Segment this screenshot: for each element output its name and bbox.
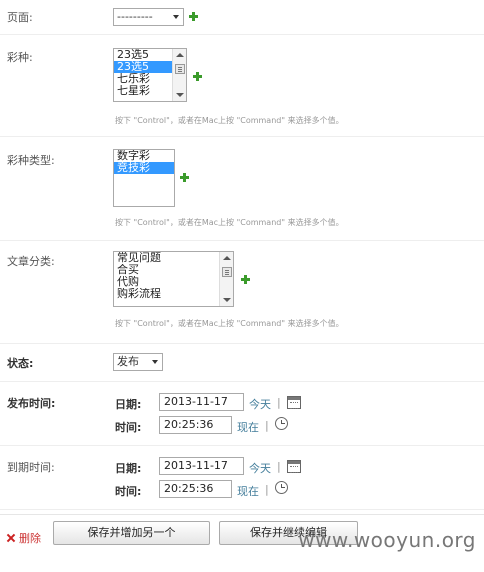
scrollbar[interactable] bbox=[219, 252, 233, 306]
scroll-down-icon[interactable] bbox=[176, 93, 184, 97]
article-category-help: 按下 "Control"，或者在Mac上按 "Command" 来选择多个值。 bbox=[115, 319, 344, 328]
add-lottery-type-icon[interactable] bbox=[193, 72, 202, 81]
article-category-multiselect[interactable]: 常见问题 合买 代购 购彩流程 bbox=[113, 251, 234, 307]
calendar-icon[interactable] bbox=[287, 396, 301, 409]
article-category-row: 文章分类: 常见问题 合买 代购 购彩流程 按下 "Control"，或者在Ma… bbox=[0, 241, 484, 344]
add-article-category-icon[interactable] bbox=[241, 275, 250, 284]
add-page-icon[interactable] bbox=[189, 12, 198, 21]
watermark: www.wooyun.org bbox=[298, 528, 476, 552]
expire-time-value: 20:25:36 bbox=[164, 482, 214, 495]
lottery-type-row: 彩种: 23选5 23选5 七乐彩 七星彩 按下 "Control"，或者在Ma… bbox=[0, 35, 484, 137]
chevron-down-icon bbox=[152, 360, 158, 364]
article-category-option[interactable]: 合买 bbox=[114, 264, 233, 276]
page-label: 页面: bbox=[7, 11, 33, 24]
lottery-category-option[interactable]: 数字彩 bbox=[114, 150, 174, 162]
scroll-thumb[interactable] bbox=[175, 64, 185, 74]
page-select[interactable]: --------- bbox=[113, 8, 184, 26]
publish-time-row: 发布时间: 日期: 2013-11-17 今天 | 时间: 20:25:36 现… bbox=[0, 382, 484, 446]
add-lottery-category-icon[interactable] bbox=[180, 173, 189, 182]
separator: | bbox=[265, 419, 269, 432]
separator: | bbox=[265, 483, 269, 496]
status-select[interactable]: 发布 bbox=[113, 353, 163, 371]
page-row: 页面: --------- bbox=[0, 0, 484, 35]
expire-now-link[interactable]: 现在 bbox=[237, 483, 259, 499]
clock-icon[interactable] bbox=[275, 481, 288, 494]
expire-today-link[interactable]: 今天 bbox=[249, 460, 271, 476]
publish-time-value: 20:25:36 bbox=[164, 418, 214, 431]
expire-time-input[interactable]: 20:25:36 bbox=[159, 480, 232, 498]
publish-date-value: 2013-11-17 bbox=[164, 395, 228, 408]
lottery-category-multiselect[interactable]: 数字彩 竞技彩 bbox=[113, 149, 175, 207]
lottery-type-multiselect[interactable]: 23选5 23选5 七乐彩 七星彩 bbox=[113, 48, 187, 102]
status-select-value: 发布 bbox=[117, 355, 139, 368]
scroll-down-icon[interactable] bbox=[223, 298, 231, 302]
publish-time-input[interactable]: 20:25:36 bbox=[159, 416, 232, 434]
expire-date-value: 2013-11-17 bbox=[164, 459, 228, 472]
publish-time-sub-label: 时间: bbox=[115, 421, 142, 434]
status-label: 状态: bbox=[7, 357, 34, 370]
expire-date-input[interactable]: 2013-11-17 bbox=[159, 457, 244, 475]
publish-date-label: 日期: bbox=[115, 398, 142, 411]
scroll-up-icon[interactable] bbox=[176, 53, 184, 57]
separator: | bbox=[277, 396, 281, 409]
lottery-category-row: 彩种类型: 数字彩 竞技彩 按下 "Control"，或者在Mac上按 "Com… bbox=[0, 137, 484, 241]
scrollbar[interactable] bbox=[172, 49, 186, 101]
lottery-type-help: 按下 "Control"，或者在Mac上按 "Command" 来选择多个值。 bbox=[115, 116, 344, 125]
expire-date-label: 日期: bbox=[115, 462, 142, 475]
page-select-value: --------- bbox=[117, 10, 153, 23]
admin-edit-form: 页面: --------- 彩种: 23选5 23选5 七乐彩 七星彩 按下 "… bbox=[0, 0, 484, 572]
publish-date-input[interactable]: 2013-11-17 bbox=[159, 393, 244, 411]
publish-now-link[interactable]: 现在 bbox=[237, 419, 259, 435]
scroll-thumb[interactable] bbox=[222, 267, 232, 277]
article-category-option[interactable]: 购彩流程 bbox=[114, 288, 233, 300]
publish-time-label: 发布时间: bbox=[7, 397, 56, 410]
calendar-icon[interactable] bbox=[287, 460, 301, 473]
expire-time-label: 到期时间: bbox=[7, 461, 55, 474]
scroll-up-icon[interactable] bbox=[223, 256, 231, 260]
separator: | bbox=[277, 460, 281, 473]
publish-today-link[interactable]: 今天 bbox=[249, 396, 271, 412]
lottery-category-label: 彩种类型: bbox=[7, 154, 55, 167]
status-row: 状态: 发布 bbox=[0, 344, 484, 382]
clock-icon[interactable] bbox=[275, 417, 288, 430]
lottery-category-option[interactable]: 竞技彩 bbox=[114, 162, 174, 174]
delete-link[interactable]: 删除 bbox=[6, 530, 41, 546]
expire-time-row: 到期时间: 日期: 2013-11-17 今天 | 时间: 20:25:36 现… bbox=[0, 446, 484, 510]
expire-time-sub-label: 时间: bbox=[115, 485, 142, 498]
save-add-another-button[interactable]: 保存并增加另一个 bbox=[53, 521, 210, 545]
article-category-option[interactable]: 代购 bbox=[114, 276, 233, 288]
lottery-type-label: 彩种: bbox=[7, 51, 33, 64]
chevron-down-icon bbox=[173, 15, 179, 19]
article-category-option[interactable]: 常见问题 bbox=[114, 252, 233, 264]
article-category-label: 文章分类: bbox=[7, 255, 55, 268]
lottery-category-help: 按下 "Control"，或者在Mac上按 "Command" 来选择多个值。 bbox=[115, 218, 344, 227]
delete-label: 删除 bbox=[19, 532, 41, 545]
delete-icon bbox=[6, 533, 16, 543]
